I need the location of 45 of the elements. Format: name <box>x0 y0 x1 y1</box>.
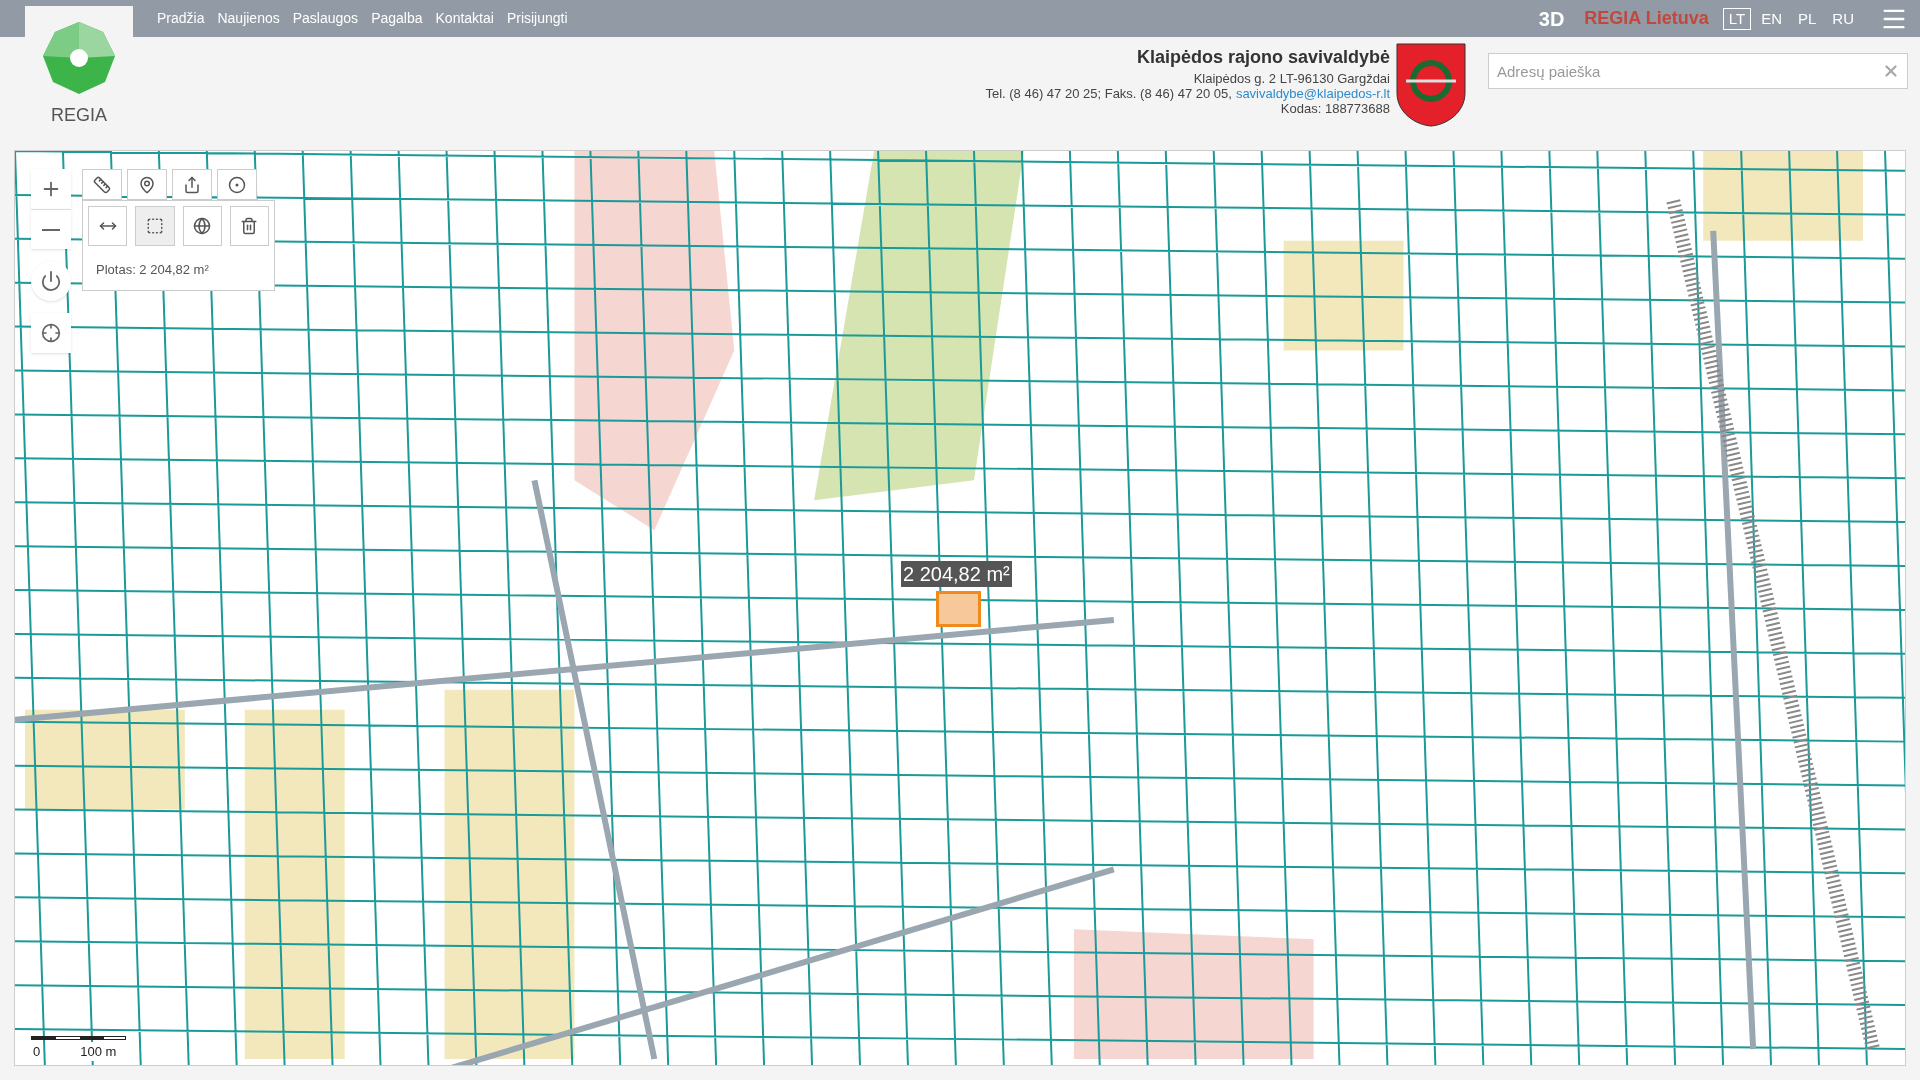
municipality-name: Klaipėdos rajono savivaldybė <box>1136 46 1390 69</box>
regia-logo-icon <box>41 20 117 96</box>
3d-toggle[interactable]: 3D <box>1538 3 1565 34</box>
language-tab[interactable]: RU <box>1826 7 1860 30</box>
globe-icon <box>193 217 212 235</box>
nav-link[interactable]: Pradžia <box>157 8 205 29</box>
nav-link[interactable]: Pagalba <box>371 8 423 29</box>
municipality-code: Kodas: 188773688 <box>1280 101 1390 116</box>
ruler-icon <box>93 175 111 194</box>
target-dot-icon <box>228 175 246 194</box>
scale-length-label: 100 m <box>78 1041 119 1061</box>
language-tab[interactable]: PL <box>1791 7 1823 30</box>
area-result-text: Plotas: 2 204,82 m² <box>96 261 210 279</box>
zoom-in-button[interactable] <box>31 169 71 209</box>
nav-link[interactable]: Kontaktai <box>435 8 494 29</box>
email-link[interactable]: savivaldybe@klaipedos-r.lt <box>1235 86 1390 101</box>
municipality-address: Klaipėdos g. 2 LT-96130 Gargždai <box>1193 71 1390 86</box>
trash-icon <box>240 217 259 235</box>
language-tab[interactable]: EN <box>1755 7 1788 30</box>
crosshair-icon <box>41 323 61 343</box>
measured-parcel <box>936 591 981 627</box>
area-map-label: 2 204,82 m² <box>901 561 1012 587</box>
nav-link[interactable]: Prisijungti <box>506 8 568 29</box>
map-pin-icon <box>138 175 156 194</box>
map-tool-button[interactable] <box>127 169 167 200</box>
map-tool-button[interactable] <box>172 169 212 200</box>
share-icon <box>183 175 201 194</box>
minus-icon <box>42 228 60 231</box>
zoom-out-button[interactable] <box>31 209 71 249</box>
nav-link[interactable]: Naujienos <box>217 8 280 29</box>
locate-button[interactable] <box>31 313 71 353</box>
coat-of-arms-icon <box>1396 43 1466 127</box>
map-tool-button[interactable] <box>217 169 257 200</box>
contact-phone-fax: Tel. (8 46) 47 20 25; Faks. (8 46) 47 20 05, <box>985 86 1232 101</box>
brand-link[interactable]: REGIA Lietuva <box>1584 5 1709 32</box>
address-search-field[interactable]: Adresų paieška <box>1488 53 1908 89</box>
measure-tool-button[interactable] <box>182 206 222 246</box>
measure-tool-button[interactable] <box>88 206 128 246</box>
power-icon <box>40 270 62 292</box>
nav-link[interactable]: Paslaugos <box>292 8 359 29</box>
map-tool-button[interactable] <box>82 169 122 200</box>
language-tab[interactable]: LT <box>1722 7 1752 30</box>
logo-text: REGIA <box>51 104 107 127</box>
area-measure-icon <box>145 217 164 235</box>
measure-tool-button[interactable] <box>229 206 269 246</box>
